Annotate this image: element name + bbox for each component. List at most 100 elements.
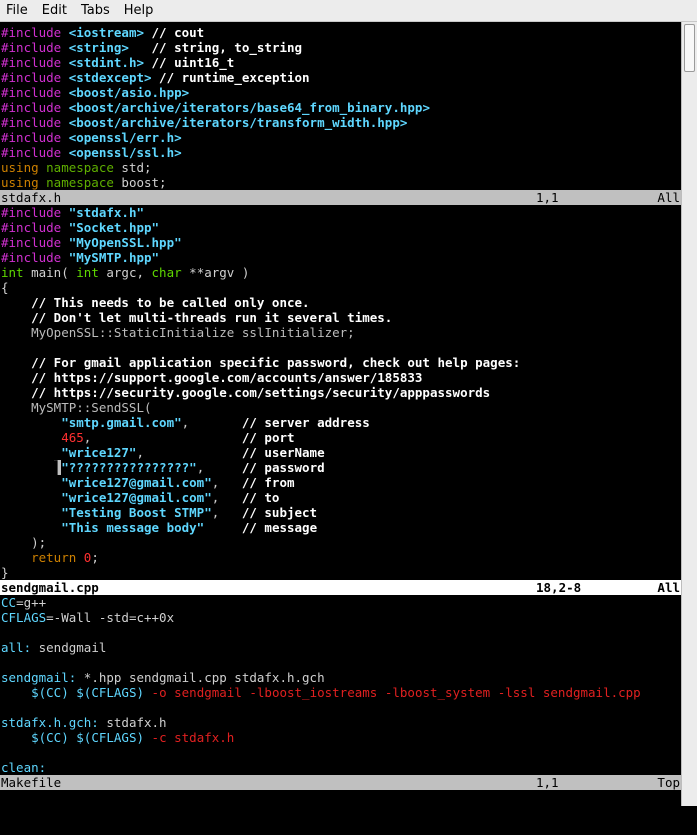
editor-pane-stdafx-h[interactable]: #include <iostream> // cout #include <str…	[0, 25, 681, 190]
scrollbar-thumb[interactable]	[684, 24, 695, 72]
code-line: "smtp.gmail.com", // server address	[0, 415, 681, 430]
status-line-makefile[interactable]: Makefile 1,1 Top	[0, 775, 681, 790]
code-token: return	[1, 550, 84, 565]
code-line: "wrice127", // userName	[0, 445, 681, 460]
code-token: ,	[211, 505, 242, 520]
code-token: #include	[1, 70, 69, 85]
code-line: #include <iostream> // cout	[0, 25, 681, 40]
menu-edit[interactable]: Edit	[35, 0, 74, 22]
code-token: #include	[1, 100, 69, 115]
code-token: MyOpenSSL::StaticInitialize sslInitializ…	[1, 325, 355, 340]
menu-file[interactable]: File	[0, 0, 35, 22]
status-cursor-position: 1,1	[536, 190, 559, 205]
code-token: #include	[1, 145, 69, 160]
code-line: $(CC) $(CFLAGS) -c stdafx.h	[0, 730, 681, 745]
code-line: // This needs to be called only once.	[0, 295, 681, 310]
code-token: // uint16_t	[144, 55, 235, 70]
status-scroll-position: All	[657, 580, 680, 595]
code-line: MyOpenSSL::StaticInitialize sslInitializ…	[0, 325, 681, 340]
code-token: 465	[1, 430, 84, 445]
code-token: $(CC)	[31, 730, 69, 745]
editor-pane-makefile[interactable]: CC=g++ CFLAGS=-Wall -std=c++0x all: sendgm…	[0, 595, 681, 775]
code-token: CFLAGS	[1, 610, 47, 625]
code-token: -c stdafx.h	[144, 730, 235, 745]
code-token: =g++	[16, 595, 47, 610]
code-token: **argv )	[181, 265, 250, 280]
code-line: int main( int argc, char **argv )	[0, 265, 681, 280]
code-token: ,	[136, 445, 242, 460]
code-token: $(CFLAGS)	[76, 685, 145, 700]
code-token: ,	[211, 490, 242, 505]
code-line: {	[0, 280, 681, 295]
code-token: sendgmail	[31, 640, 107, 655]
menu-tabs[interactable]: Tabs	[74, 0, 117, 22]
code-token: // from	[241, 475, 295, 490]
code-token: "Testing Boost STMP"	[1, 505, 212, 520]
status-filename: stdafx.h	[1, 190, 62, 205]
code-line: #include <stdexcept> // runtime_exceptio…	[0, 70, 681, 85]
code-token: <boost/asio.hpp>	[68, 85, 190, 100]
code-line: using namespace boost;	[0, 175, 681, 190]
code-token: {	[1, 280, 9, 295]
code-token: <openssl/ssl.h>	[68, 145, 182, 160]
code-token: // port	[241, 430, 295, 445]
code-token: stdafx.h	[98, 715, 167, 730]
code-line: // Don't let multi-threads run it severa…	[0, 310, 681, 325]
code-line: stdafx.h.gch: stdafx.h	[0, 715, 681, 730]
code-token: #include	[1, 55, 69, 70]
vertical-scrollbar[interactable]	[681, 22, 697, 806]
code-token: stdafx.h.gch:	[1, 715, 99, 730]
code-line: using namespace std;	[0, 160, 681, 175]
code-token: <openssl/err.h>	[68, 130, 182, 145]
code-token: // cout	[144, 25, 205, 40]
code-line: clean:	[0, 760, 681, 775]
status-filename: sendgmail.cpp	[1, 580, 99, 595]
code-token: CC	[1, 595, 17, 610]
code-token: <string>	[68, 40, 129, 55]
status-scroll-position: Top	[657, 775, 680, 790]
code-token: // Don't let multi-threads run it severa…	[1, 310, 393, 325]
code-line: #include "MySMTP.hpp"	[0, 250, 681, 265]
code-line: #include "MyOpenSSL.hpp"	[0, 235, 681, 250]
code-token: "Socket.hpp"	[68, 220, 160, 235]
code-token: }	[1, 565, 9, 580]
code-token: int	[1, 265, 24, 280]
code-line: #include "Socket.hpp"	[0, 220, 681, 235]
code-token: namespace	[46, 160, 114, 175]
code-token: // message	[241, 520, 318, 535]
code-token: <stdexcept>	[68, 70, 152, 85]
code-token: "This message body"	[1, 520, 205, 535]
code-line: MySMTP::SendSSL(	[0, 400, 681, 415]
status-line-sendgmail-cpp[interactable]: sendgmail.cpp 18,2-8 All	[0, 580, 681, 595]
code-token: "stdafx.h"	[68, 205, 144, 220]
code-token: <iostream>	[68, 25, 144, 40]
status-line-stdafx-h[interactable]: stdafx.h 1,1 All	[0, 190, 681, 205]
code-token: );	[1, 535, 47, 550]
code-token: #include	[1, 220, 69, 235]
code-token: #include	[1, 40, 69, 55]
code-line: "Testing Boost STMP", // subject	[0, 505, 681, 520]
code-line: #include <boost/archive/iterators/base64…	[0, 100, 681, 115]
code-token: // to	[241, 490, 280, 505]
code-token: MySMTP::SendSSL(	[1, 400, 152, 415]
code-token: ,	[181, 415, 242, 430]
code-line: // For gmail application specific passwo…	[0, 355, 681, 370]
code-token: // https://support.google.com/accounts/a…	[1, 370, 423, 385]
code-line: "wrice127@gmail.com", // to	[0, 490, 681, 505]
code-token: // For gmail application specific passwo…	[1, 355, 521, 370]
code-token: <boost/archive/iterators/transform_width…	[68, 115, 408, 130]
code-token: // userName	[241, 445, 325, 460]
code-token: all:	[1, 640, 32, 655]
menu-help[interactable]: Help	[117, 0, 161, 22]
code-line: #include <openssl/ssl.h>	[0, 145, 681, 160]
code-line: #include <string> // string, to_string	[0, 40, 681, 55]
editor-pane-sendgmail-cpp[interactable]: #include "stdafx.h" #include "Socket.hpp"…	[0, 205, 681, 580]
code-line: CFLAGS=-Wall -std=c++0x	[0, 610, 681, 625]
code-token: boost;	[113, 175, 167, 190]
